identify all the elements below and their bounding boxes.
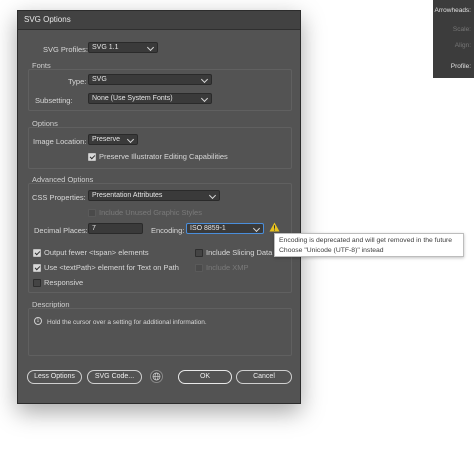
encoding-label: Encoding: (151, 226, 185, 235)
globe-icon-glyph (152, 372, 161, 381)
image-location-select[interactable]: Preserve (88, 134, 138, 145)
font-type-select[interactable]: SVG (88, 74, 212, 85)
description-group (28, 308, 292, 356)
chevron-down-icon (146, 43, 155, 52)
responsive-checkbox[interactable] (33, 279, 41, 287)
include-unused-styles-label: Include Unused Graphic Styles (99, 208, 202, 217)
cancel-button[interactable]: Cancel (236, 370, 292, 384)
decimal-places-label: Decimal Places: (34, 226, 88, 235)
options-group (28, 127, 292, 169)
ok-button[interactable]: OK (178, 370, 232, 384)
include-xmp-checkbox[interactable] (195, 264, 203, 272)
svg-code-button[interactable]: SVG Code... (87, 370, 142, 384)
warning-triangle-icon[interactable] (269, 222, 280, 232)
type-label: Type: (68, 77, 87, 86)
preserve-editing-label: Preserve Illustrator Editing Capabilitie… (99, 152, 228, 161)
arrowheads-label[interactable]: Arrowheads: (435, 7, 472, 14)
chevron-down-icon (208, 191, 217, 200)
css-properties-label: CSS Properties: (32, 193, 86, 202)
encoding-select[interactable]: ISO 8859-1 (186, 223, 264, 234)
responsive-label: Responsive (44, 278, 84, 287)
include-slicing-label: Include Slicing Data (206, 248, 273, 257)
include-slicing-checkbox[interactable] (195, 249, 203, 257)
subsetting-select[interactable]: None (Use System Fonts) (88, 93, 212, 104)
dialog-title: SVG Options (24, 15, 71, 24)
chevron-down-icon (126, 135, 135, 144)
css-properties-select[interactable]: Presentation Attributes (88, 190, 220, 201)
output-fewer-tspan-checkbox[interactable] (33, 249, 41, 257)
subsetting-label: Subsetting: (35, 96, 73, 105)
svg-profiles-label: SVG Profiles: (43, 45, 89, 54)
svg-options-dialog: SVG Options SVG Profiles: SVG 1.1 Fonts … (17, 10, 301, 404)
chevron-down-icon (200, 94, 209, 103)
encoding-warning-tooltip: Encoding is deprecated and will get remo… (274, 233, 464, 257)
globe-icon[interactable] (150, 370, 163, 383)
scale-label: Scale: (452, 26, 471, 33)
less-options-button[interactable]: Less Options (27, 370, 82, 384)
preserve-editing-checkbox[interactable] (88, 153, 96, 161)
tooltip-line-1: Encoding is deprecated and will get remo… (279, 237, 453, 244)
include-xmp-label: Include XMP (206, 263, 249, 272)
properties-side-panel: Arrowheads: Scale: Align: Profile: (433, 0, 474, 78)
chevron-down-icon (252, 224, 261, 233)
svg-profiles-select[interactable]: SVG 1.1 (88, 42, 158, 53)
tooltip-line-2: Choose "Unicode (UTF-8)" instead (279, 247, 384, 254)
decimal-places-input[interactable]: 7 (88, 223, 143, 234)
output-fewer-tspan-label: Output fewer <tspan> elements (44, 248, 149, 257)
dialog-titlebar[interactable]: SVG Options (18, 11, 300, 30)
use-textpath-checkbox[interactable] (33, 264, 41, 272)
use-textpath-label: Use <textPath> element for Text on Path (44, 263, 179, 272)
image-location-label: Image Location: (33, 137, 87, 146)
profile-label[interactable]: Profile: (451, 63, 471, 70)
info-icon: i (34, 317, 42, 325)
description-text: Hold the cursor over a setting for addit… (47, 319, 207, 326)
include-unused-styles-checkbox[interactable] (88, 209, 96, 217)
chevron-down-icon (200, 75, 209, 84)
align-label: Align: (454, 42, 471, 49)
